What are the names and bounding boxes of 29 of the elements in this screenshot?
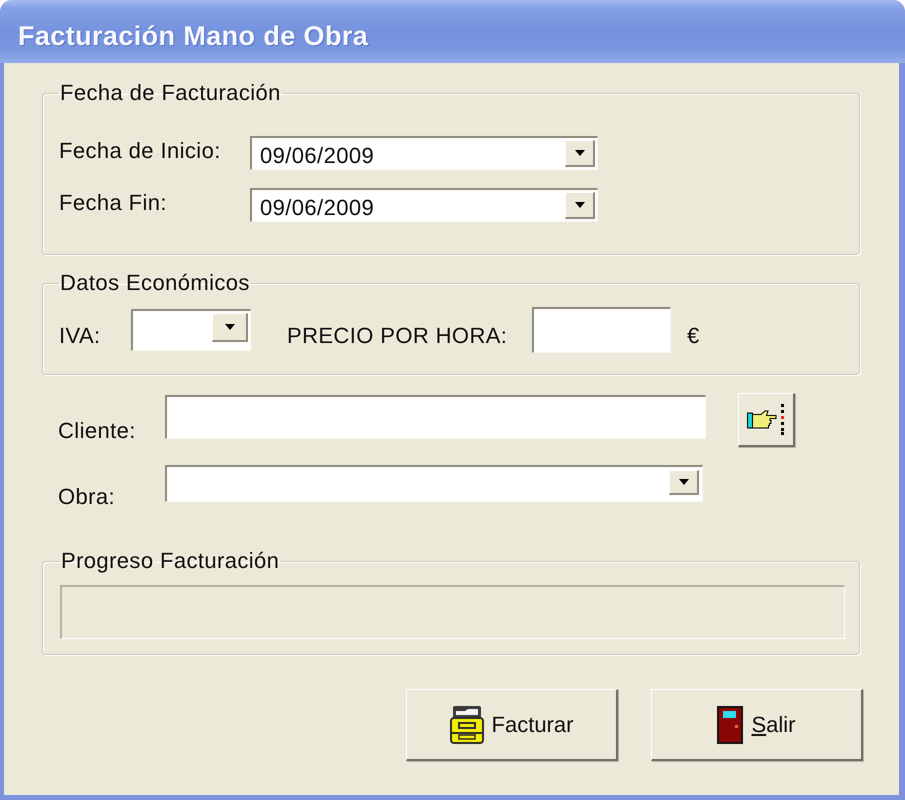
caret-icon [678,479,688,485]
field-label: PRECIO POR HORA: [287,322,508,350]
field-label: Fecha Fin: [59,188,168,216]
pointing-hand-icon [747,404,785,435]
field-label: Fecha de Inicio: [59,136,222,164]
dropdown-button[interactable] [565,192,595,219]
door-icon [717,706,744,744]
dropdown-button[interactable] [565,140,595,167]
group-label: Datos Económicos [59,271,251,295]
client-lookup-button[interactable] [738,393,795,447]
group-label: Fecha de Facturación [59,81,282,105]
field-label: Obra: [58,483,116,511]
group-label: Progreso Facturación [60,549,280,573]
field-label: Cliente: [58,416,137,444]
file-drawer-icon [450,706,484,744]
caret-icon [224,324,234,330]
caret-icon [574,202,584,208]
client-field[interactable] [165,395,706,439]
field-label: IVA: [59,322,102,350]
invoice-button[interactable]: Facturar [406,689,618,761]
dropdown-button[interactable] [669,470,699,495]
price-field[interactable] [532,307,671,353]
exit-button[interactable]: Salir [651,689,863,761]
window-title: Facturación Mano de Obra [18,20,368,52]
date-dropdown[interactable]: 09/06/2009 [250,188,598,222]
dropdown-button[interactable] [212,313,248,342]
date-dropdown[interactable]: 09/06/2009 [250,136,598,170]
caret-icon [574,150,584,156]
currency-label: € [687,322,700,350]
